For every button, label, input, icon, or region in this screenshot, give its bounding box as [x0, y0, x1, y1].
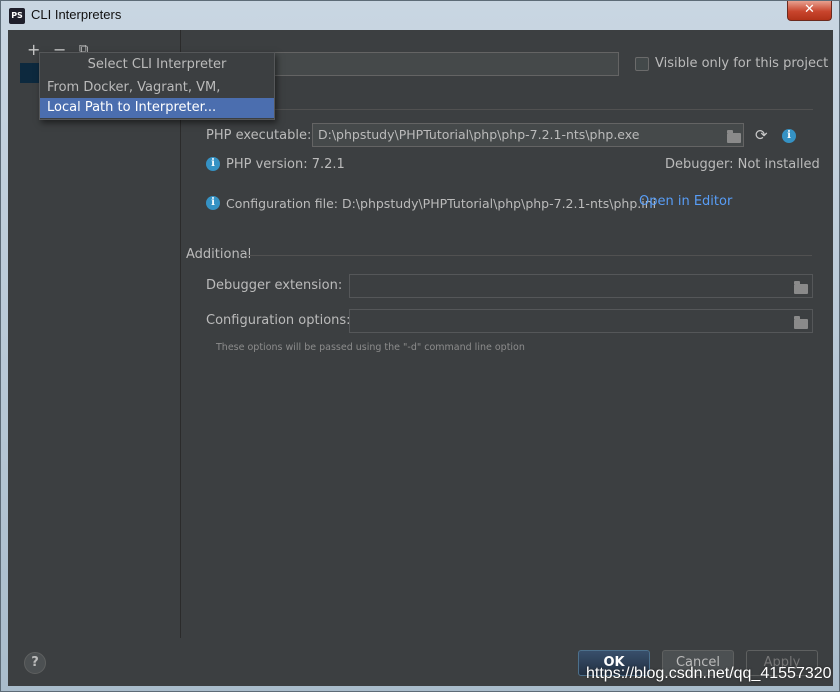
configuration-options-input[interactable]	[349, 309, 813, 333]
visible-only-checkbox[interactable]	[635, 57, 649, 71]
watermark-text: https://blog.csdn.net/qq_41557320	[586, 665, 832, 682]
help-button[interactable]: ?	[24, 652, 46, 674]
popup-title: Select CLI Interpreter	[87, 57, 227, 72]
select-interpreter-popup: Select CLI Interpreter From Docker, Vagr…	[39, 52, 275, 120]
dialog-window: PS CLI Interpreters ✕ + − ⧉ Select CLI I…	[0, 0, 840, 692]
php-executable-label: PHP executable:	[206, 128, 312, 143]
open-in-editor-link[interactable]: Open in Editor	[639, 194, 732, 209]
debugger-extension-input[interactable]	[349, 274, 813, 298]
php-executable-input[interactable]: D:\phpstudy\PHPTutorial\php\php-7.2.1-nt…	[312, 123, 744, 147]
info-icon: i	[206, 196, 220, 210]
interpreter-list-panel: + − ⧉	[8, 30, 181, 638]
php-version-text: PHP version: 7.2.1	[226, 157, 345, 172]
visible-only-label: Visible only for this project	[655, 56, 829, 71]
section-divider	[244, 255, 812, 256]
popup-item-local-path[interactable]: Local Path to Interpreter...	[40, 98, 274, 118]
configuration-options-label: Configuration options:	[206, 313, 351, 328]
folder-icon[interactable]	[794, 281, 808, 294]
separator	[183, 109, 813, 110]
window-title: CLI Interpreters	[31, 7, 122, 22]
title-bar: PS CLI Interpreters ✕	[1, 1, 839, 29]
phpstorm-app-icon: PS	[9, 8, 25, 24]
dialog-content: + − ⧉ Select CLI Interpreter From Docker…	[8, 30, 833, 686]
refresh-icon[interactable]: ⟳	[755, 128, 768, 143]
php-executable-value: D:\phpstudy\PHPTutorial\php\php-7.2.1-nt…	[318, 127, 640, 142]
info-icon: i	[206, 157, 220, 171]
help-icon: ?	[31, 655, 39, 670]
debugger-status: Debugger: Not installed	[665, 157, 820, 172]
options-hint: These options will be passed using the "…	[216, 342, 525, 353]
additional-section-title: Additional	[186, 247, 252, 262]
popup-item-from-docker[interactable]: From Docker, Vagrant, VM, Remote...	[40, 78, 274, 115]
close-button[interactable]: ✕	[787, 1, 832, 21]
close-icon: ✕	[804, 2, 815, 17]
folder-icon[interactable]	[794, 316, 808, 329]
info-icon[interactable]: i	[782, 129, 796, 143]
interpreter-name-input[interactable]	[260, 52, 619, 76]
folder-icon[interactable]	[727, 130, 741, 143]
debugger-extension-label: Debugger extension:	[206, 278, 343, 293]
configuration-file-text: Configuration file: D:\phpstudy\PHPTutor…	[226, 196, 657, 211]
